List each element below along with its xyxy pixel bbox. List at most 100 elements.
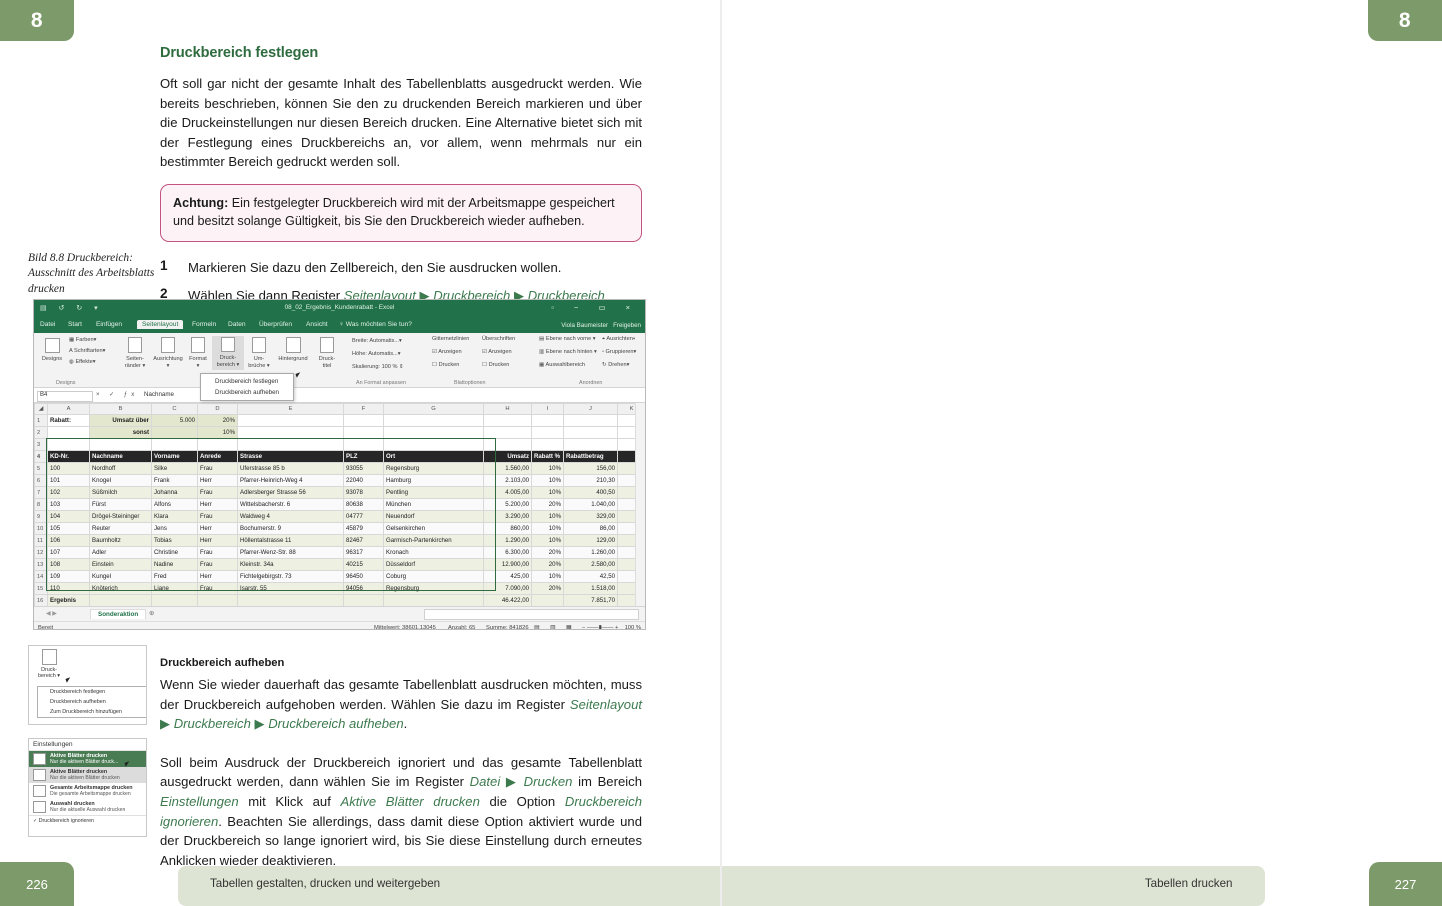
total-row[interactable]: 16 Ergebnis 46.422,00 7.851,70 [34,594,645,606]
row-header[interactable]: 6 [34,474,48,487]
cell[interactable]: Alfons [151,498,198,511]
cell[interactable]: Fürst [89,498,152,511]
horizontal-scrollbar[interactable] [424,609,639,620]
cell-empty[interactable] [47,438,90,451]
worksheet-row[interactable]: 3 [34,438,645,451]
cell[interactable]: Düsseldorf [383,558,484,571]
tab-ansicht[interactable]: Ansicht [306,321,328,328]
cell[interactable]: 103 [47,498,90,511]
cell[interactable]: 40215 [343,558,384,571]
arrange-ausrichten-button[interactable]: ⌖ Ausrichten▾ [602,336,644,343]
cell[interactable]: Christine [151,546,198,559]
total-label[interactable]: Ergebnis [47,594,90,606]
cell[interactable]: Silke [151,462,198,475]
cell[interactable]: Nordhoff [89,462,152,475]
view-seitenlayout-button[interactable]: ▦ [566,625,571,629]
cell[interactable]: Adler [89,546,152,559]
cell[interactable]: 425,00 [483,570,532,583]
cell[interactable]: 5.200,00 [483,498,532,511]
table-row[interactable]: 9 104 Drögel-Steininger Klara Frau Waldweg 40… [34,510,645,523]
cell[interactable]: Fred [151,570,198,583]
worksheet-row[interactable]: 1 Rabatt: Umsatz über 5.000 20% [34,414,645,427]
arrange-ebene-vorne-button[interactable]: ▤ Ebene nach vorne ▾ [539,336,601,343]
cell[interactable]: 96450 [343,570,384,583]
cell[interactable]: Tobias [151,534,198,547]
einstellungen-option[interactable]: Aktive Blätter drucken Nur die aktiven Bl… [29,767,146,783]
menu-item-druckbereich-aufheben[interactable]: Druckbereich aufheben [201,387,293,398]
cell-C2[interactable] [151,426,198,439]
cell[interactable]: 1.518,00 [563,582,618,595]
cell[interactable]: Frau [197,462,238,475]
cell[interactable]: Kleinstr. 34a [237,558,344,571]
header-rabatt[interactable]: Rabatt % [531,450,564,463]
cell-empty[interactable] [383,594,484,606]
cell[interactable]: 20% [531,498,564,511]
col-G[interactable]: G [383,403,484,415]
cell[interactable]: 3.290,00 [483,510,532,523]
cell[interactable]: 104 [47,510,90,523]
row-header[interactable]: 3 [34,438,48,451]
excel-grid[interactable]: ◢ A B C D E F G H I J K L [34,403,645,606]
table-row[interactable]: 6 101 Knogel Frank Herr Pfarrer-Heinrich-Weg … [34,474,645,487]
cell[interactable]: 108 [47,558,90,571]
ribbon-druckbereich-button[interactable]: Druck-bereich ▾ [212,336,244,370]
new-sheet-button[interactable]: ⊕ [149,610,154,617]
cell[interactable]: Reuter [89,522,152,535]
header-plz[interactable]: PLZ [343,450,384,463]
cell-empty[interactable] [531,438,564,451]
cell[interactable]: Frau [197,546,238,559]
table-row[interactable]: 13 108 Einstein Nadine Frau Kleinstr. 34a 4021… [34,558,645,571]
cell-empty[interactable] [89,438,152,451]
cell[interactable]: Johanna [151,486,198,499]
cell[interactable]: 329,00 [563,510,618,523]
fit-breite-row[interactable]: Breite: Automatis...▾ [352,338,412,345]
cell-empty[interactable] [531,426,564,439]
cell[interactable]: 22040 [343,474,384,487]
vertical-scrollbar[interactable] [635,403,645,606]
cell[interactable]: 93078 [343,486,384,499]
row-header[interactable]: 11 [34,534,48,547]
header-kdnr[interactable]: KD-Nr. [47,450,90,463]
cell[interactable]: 6.300,00 [483,546,532,559]
share-button[interactable]: Freigeben [613,322,641,329]
cell[interactable]: 109 [47,570,90,583]
cell-empty[interactable] [563,414,618,427]
fit-skalierung-row[interactable]: Skalierung: 100 % ⇕ [352,364,424,371]
cell-B2[interactable]: sonst [89,426,152,439]
cell[interactable]: Uferstrasse 85 b [237,462,344,475]
sheetopt-ueberschriften-drucken-checkbox[interactable]: ☐ Drucken [482,362,530,369]
tab-ueberpruefen[interactable]: Überprüfen [259,321,292,328]
user-area[interactable]: Viola Baumeister Freigeben [561,322,641,329]
cell[interactable]: Baumholtz [89,534,152,547]
cell-C1[interactable]: 5.000 [151,414,198,427]
cell[interactable]: 12.900,00 [483,558,532,571]
row-header[interactable]: 1 [34,414,48,427]
cell-D1[interactable]: 20% [197,414,238,427]
cell[interactable]: 10% [531,534,564,547]
cell[interactable]: 1.260,00 [563,546,618,559]
cell[interactable]: Pfarrer-Heinrich-Weg 4 [237,474,344,487]
cell[interactable]: Höllentalstrasse 11 [237,534,344,547]
cell[interactable]: 2.103,00 [483,474,532,487]
fit-breite-value[interactable]: Automatis... [369,338,399,344]
col-J[interactable]: J [563,403,618,415]
ribbon-drucktitel-button[interactable]: Druck-titel [314,337,340,370]
cell[interactable]: Coburg [383,570,484,583]
window-controls[interactable]: ▫ − ▭ × [551,303,639,312]
cell[interactable]: Frau [197,582,238,595]
cell[interactable]: Hamburg [383,474,484,487]
table-row[interactable]: 7 102 Süßmilch Johanna Frau Adlersberger Stra… [34,486,645,499]
cell-empty[interactable] [531,414,564,427]
cell-empty[interactable] [563,438,618,451]
cell[interactable]: 86,00 [563,522,618,535]
cell-empty[interactable] [483,414,532,427]
ribbon-hintergrund-button[interactable]: Hintergrund [274,337,312,363]
cell[interactable]: Waldweg 4 [237,510,344,523]
druckbereich-dropdown-menu[interactable]: Druckbereich festlegen Druckbereich aufh… [200,373,294,401]
header-nachname[interactable]: Nachname [89,450,152,463]
row-header[interactable]: 4 [34,450,48,463]
cell[interactable]: Kungel [89,570,152,583]
excel-ribbon-tabs[interactable]: Datei Start Einfügen Seitenlayout Formel… [34,319,645,333]
formula-controls[interactable]: × ✓ ƒx [96,391,138,398]
header-anrede[interactable]: Anrede [197,450,238,463]
